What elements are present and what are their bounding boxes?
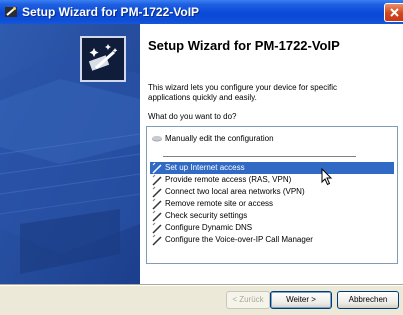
option-security-check[interactable]: Check security settings — [150, 210, 394, 222]
option-label: Manually edit the configuration — [165, 134, 274, 143]
option-label: Configure the Voice-over-IP Call Manager — [165, 235, 313, 244]
wand-icon — [152, 210, 162, 222]
options-divider — [163, 156, 356, 157]
wizard-side-banner — [0, 24, 140, 284]
setup-wizard-window: Setup Wizard for PM-1722-VoIP Setup Wiza… — [0, 0, 403, 315]
disk-icon — [152, 135, 162, 142]
option-connect-lans[interactable]: Connect two local area networks (VPN) — [150, 186, 394, 198]
app-icon — [5, 7, 17, 17]
option-voip-call-manager[interactable]: Configure the Voice-over-IP Call Manager — [150, 234, 394, 246]
wand-icon — [152, 198, 162, 210]
option-label: Provide remote access (RAS, VPN) — [165, 175, 292, 184]
option-label: Remove remote site or access — [165, 199, 274, 208]
mouse-pointer-icon — [321, 168, 333, 186]
wizard-logo — [80, 36, 126, 82]
close-button[interactable] — [384, 3, 403, 22]
back-button[interactable]: < Zurück — [226, 291, 270, 309]
wizard-options-list[interactable]: Manually edit the configuration Set up I… — [146, 126, 398, 264]
next-button[interactable]: Weiter > — [270, 291, 332, 309]
option-internet-access[interactable]: Set up Internet access — [150, 162, 394, 174]
footer-divider-highlight — [0, 285, 403, 286]
wand-icon — [152, 186, 162, 198]
magic-wand-icon — [88, 44, 118, 71]
option-label: Connect two local area networks (VPN) — [165, 187, 305, 196]
wand-icon — [152, 174, 162, 186]
option-label: Configure Dynamic DNS — [165, 223, 253, 232]
cancel-button[interactable]: Abbrechen — [337, 291, 399, 309]
option-dynamic-dns[interactable]: Configure Dynamic DNS — [150, 222, 394, 234]
option-label: Set up Internet access — [165, 163, 245, 172]
page-title: Setup Wizard for PM-1722-VoIP — [148, 38, 340, 53]
wand-icon — [152, 162, 162, 174]
option-remote-access[interactable]: Provide remote access (RAS, VPN) — [150, 174, 394, 186]
window-title: Setup Wizard for PM-1722-VoIP — [22, 5, 200, 19]
option-remove-remote[interactable]: Remove remote site or access — [150, 198, 394, 210]
wizard-description: This wizard lets you configure your devi… — [148, 83, 337, 102]
title-bar[interactable]: Setup Wizard for PM-1722-VoIP — [0, 0, 403, 24]
wizard-question: What do you want to do? — [148, 112, 237, 121]
option-label: Check security settings — [165, 211, 248, 220]
option-manual-edit[interactable]: Manually edit the configuration — [150, 133, 394, 145]
wand-icon — [152, 234, 162, 246]
wand-icon — [152, 222, 162, 234]
close-icon — [390, 8, 399, 17]
